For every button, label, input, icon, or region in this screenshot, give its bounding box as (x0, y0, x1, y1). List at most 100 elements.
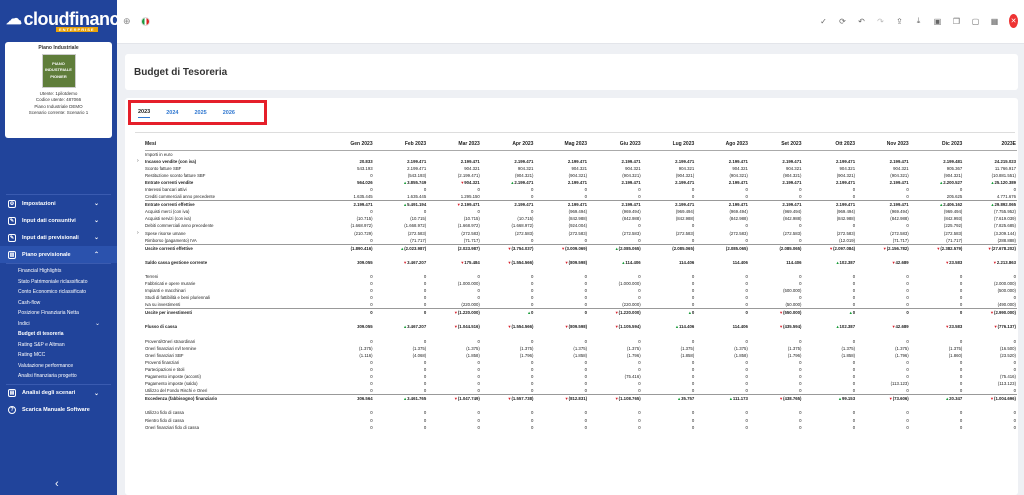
row-label: Debiti commerciali anno precedente (145, 223, 214, 229)
table-cell: 0 (638, 359, 641, 365)
redo-icon[interactable]: ↷ (876, 17, 885, 26)
cloud-icon: ☁ (6, 11, 22, 28)
table-cell: ▼(2.156.782) (856, 243, 910, 252)
tab-2025[interactable]: 2025 (195, 108, 207, 118)
table-cell: 0 (423, 281, 427, 286)
table-cell: ▲2.406.162 (909, 200, 964, 209)
menu-previsionali[interactable]: ✎ Input dati previsionali ⌄ (0, 229, 117, 246)
arrow-down-icon: ▼ (779, 396, 784, 402)
submenu-pfn[interactable]: Posizione Finanziaria Netta (0, 308, 117, 319)
arrow-up-icon: ▲ (848, 310, 853, 316)
refresh-icon[interactable]: ⟳ (838, 17, 847, 26)
submenu-valutazione[interactable]: Valutazione performance (0, 361, 117, 372)
table-cell: 0 (906, 186, 909, 192)
table-cell: ▼(550.000) (748, 308, 803, 317)
table-cell: (4.068) (412, 352, 427, 358)
table-cell: 20.833 (359, 158, 373, 164)
table-cell: 0 (959, 410, 963, 416)
table-cell: 2.199.471 (728, 158, 748, 164)
table-cell: ▼(1.004.696) (963, 394, 1017, 403)
submenu-analisi-progetto[interactable]: Analisi finanziaria progetto (0, 371, 117, 382)
submenu-cash-flow[interactable]: Cash-flow (0, 298, 117, 309)
table-row: Utilizzo fido di cassa 0 0 0 0 0 0 0 0 0 0 0 0 0 (145, 409, 1017, 416)
submenu-rating-mcc[interactable]: Rating MCC (0, 350, 117, 361)
submenu-indici[interactable]: Indici ⌄ (0, 319, 117, 330)
table-cell: 0 (799, 359, 802, 365)
table-cell: 0 (584, 295, 588, 301)
table-cell: (272.583) (407, 230, 427, 236)
row-label: Uscite correnti effettive (145, 243, 320, 252)
table-cell: 904.321 (464, 165, 480, 171)
plan-card[interactable]: Piano Industriale PIANO INDUSTRIALE PION… (5, 42, 112, 138)
arrow-down-icon: ▼ (779, 324, 784, 330)
table-cell: 0 (852, 295, 856, 301)
table-cell: 0 (852, 366, 856, 372)
table-cell: 0 (638, 288, 641, 294)
tab-2024[interactable]: 2024 (166, 108, 178, 118)
collapse-sidebar-icon[interactable]: ‹ (55, 478, 59, 490)
column-header: Giu 2023 (588, 140, 642, 151)
table-cell: 0 (477, 388, 480, 394)
submenu-financial-highlights[interactable]: Financial Highlights (0, 266, 117, 277)
globe-icon[interactable]: ⊕ (123, 16, 131, 27)
submenu-stato-patrimoniale[interactable]: Stato Patrimoniale riclassificato (0, 277, 117, 288)
table-cell: 2.199.481 (943, 158, 963, 164)
menu-consuntivi[interactable]: ✎ Input dati consuntivi ⌄ (0, 212, 117, 229)
brand-logo[interactable]: ☁ cloudfinance ENTERPRISE (0, 0, 117, 38)
table-header-row: Mesi Gen 2023 Feb 2023 Mar 2023 Apr 2023 Mag … (145, 140, 1017, 151)
submenu-rating-sp[interactable]: Rating S&P e Altman (0, 340, 117, 351)
table-cell: 0 (745, 366, 748, 372)
arrow-up-icon: ▲ (675, 324, 679, 330)
table-row (145, 266, 1017, 273)
table-cell: 2.199.471 (320, 200, 374, 209)
tab-2023[interactable]: 2023 (138, 107, 151, 118)
table-row: Uscite correnti effettive (1.890.416) ▲(2.… (145, 243, 1017, 252)
table-cell: (2.085.065) (641, 243, 696, 252)
copy-icon[interactable]: ❐ (952, 17, 961, 26)
table-cell: (842.988) (568, 216, 588, 222)
menu-scenari[interactable]: ▤ Analisi degli scenari ⌄ (0, 385, 117, 402)
table-cell: 0 (691, 388, 695, 394)
submenu-budget-tesoreria[interactable]: Budget di tesoreria (0, 329, 117, 340)
expand-row-icon[interactable]: › (137, 230, 139, 236)
table-cell: 0 (691, 417, 695, 423)
row-label[interactable]: Incasso vendite (con iva) (145, 158, 320, 165)
check-icon[interactable]: ✓ (819, 17, 828, 26)
save-icon[interactable]: ▣ (933, 17, 942, 26)
layout-icon[interactable]: ▦ (990, 17, 999, 26)
table-cell: (904.321) (515, 172, 534, 178)
italy-flag-icon[interactable] (140, 17, 150, 26)
table-cell: ▼(776.137) (993, 324, 1016, 330)
upload-icon[interactable]: ⇪ (895, 17, 904, 26)
table-cell: 905.367 (946, 165, 963, 171)
table-cell: 0 (638, 388, 641, 394)
table-cell: (1.858) (734, 352, 748, 358)
close-icon[interactable]: ✕ (1009, 14, 1018, 28)
layers-icon[interactable]: ▢ (971, 17, 980, 26)
arrow-up-icon: ▲ (527, 310, 532, 316)
submenu-conto-economico[interactable]: Conto Economico riclassificato (0, 287, 117, 298)
table-cell: (7.825.685) (994, 223, 1016, 229)
menu-piano-previsionale[interactable]: ▥ Piano previsionale ⌃ (0, 246, 117, 263)
table-cell: (16.500) (999, 345, 1016, 351)
tab-2026[interactable]: 2026 (223, 108, 235, 118)
table-cell: 0 (534, 308, 589, 317)
arrow-down-icon: ▼ (507, 259, 512, 265)
table-cell: 11.766.917 (994, 165, 1016, 171)
row-label[interactable]: Spese risorse umane (145, 230, 320, 237)
table-cell: 2.199.471 (621, 179, 641, 185)
table-cell: 306.564 (320, 394, 374, 403)
sidebar-menu: ⚙ Impostazioni ⌄ ✎ Input dati consuntivi ⌄ ✎… (0, 194, 117, 419)
table-cell: 0 (477, 424, 480, 430)
undo-icon[interactable]: ↶ (857, 17, 866, 26)
menu-impostazioni[interactable]: ⚙ Impostazioni ⌄ (0, 195, 117, 212)
download-icon[interactable]: ⤓ (914, 16, 923, 26)
table-cell: 2.199.471 (782, 179, 802, 185)
table-cell: 0 (852, 388, 856, 394)
menu-manuale[interactable]: ? Scarica Manuale Software (0, 402, 117, 419)
table-cell: 0 (423, 186, 427, 192)
table-cell: ▲(2.085.065) (588, 243, 642, 252)
table-cell: 2.199.471 (407, 165, 427, 171)
expand-row-icon[interactable]: › (137, 158, 139, 164)
table-cell: 2.199.471 (728, 179, 748, 185)
